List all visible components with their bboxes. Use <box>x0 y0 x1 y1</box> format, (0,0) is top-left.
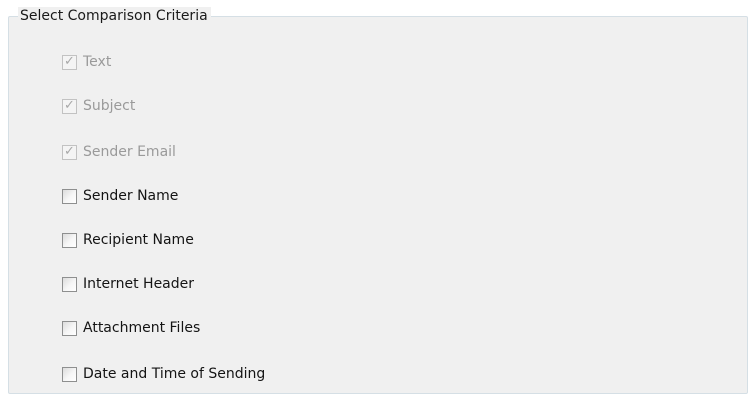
checkmark-icon: ✓ <box>64 53 75 69</box>
checkbox-box[interactable] <box>62 276 77 292</box>
checkbox-subject[interactable]: ✓ Subject <box>62 96 135 116</box>
checkbox-attachment-files[interactable]: Attachment Files <box>62 318 200 338</box>
checkbox-label: Date and Time of Sending <box>83 366 266 382</box>
checkbox-text[interactable]: ✓ Text <box>62 52 111 72</box>
checkbox-label: Text <box>83 54 112 70</box>
checkbox-sender-name[interactable]: Sender Name <box>62 186 178 206</box>
checkbox-box[interactable]: ✓ <box>62 97 77 114</box>
checkbox-box[interactable]: ✓ <box>62 53 77 70</box>
checkbox-internet-header[interactable]: Internet Header <box>62 274 194 294</box>
checkmark-icon: ✓ <box>64 97 75 113</box>
checkbox-box[interactable] <box>62 232 77 248</box>
checkbox-label: Internet Header <box>83 276 195 292</box>
checkbox-box[interactable] <box>62 366 77 382</box>
checkbox-date-time-sending[interactable]: Date and Time of Sending <box>62 364 265 384</box>
checkbox-box[interactable] <box>62 188 77 204</box>
checkmark-icon: ✓ <box>64 143 75 159</box>
checkbox-sender-email[interactable]: ✓ Sender Email <box>62 142 176 162</box>
checkbox-label: Sender Email <box>83 144 176 160</box>
checkbox-box[interactable]: ✓ <box>62 143 77 160</box>
checkbox-label: Attachment Files <box>83 320 201 336</box>
checkbox-label: Recipient Name <box>83 232 194 248</box>
checkbox-box[interactable] <box>62 320 77 336</box>
comparison-criteria-panel: Select Comparison Criteria ✓ Text ✓ Subj… <box>0 0 756 402</box>
checkbox-label: Subject <box>83 98 136 114</box>
checkbox-label: Sender Name <box>83 188 179 204</box>
checkbox-recipient-name[interactable]: Recipient Name <box>62 230 194 250</box>
groupbox-title: Select Comparison Criteria <box>18 7 211 25</box>
